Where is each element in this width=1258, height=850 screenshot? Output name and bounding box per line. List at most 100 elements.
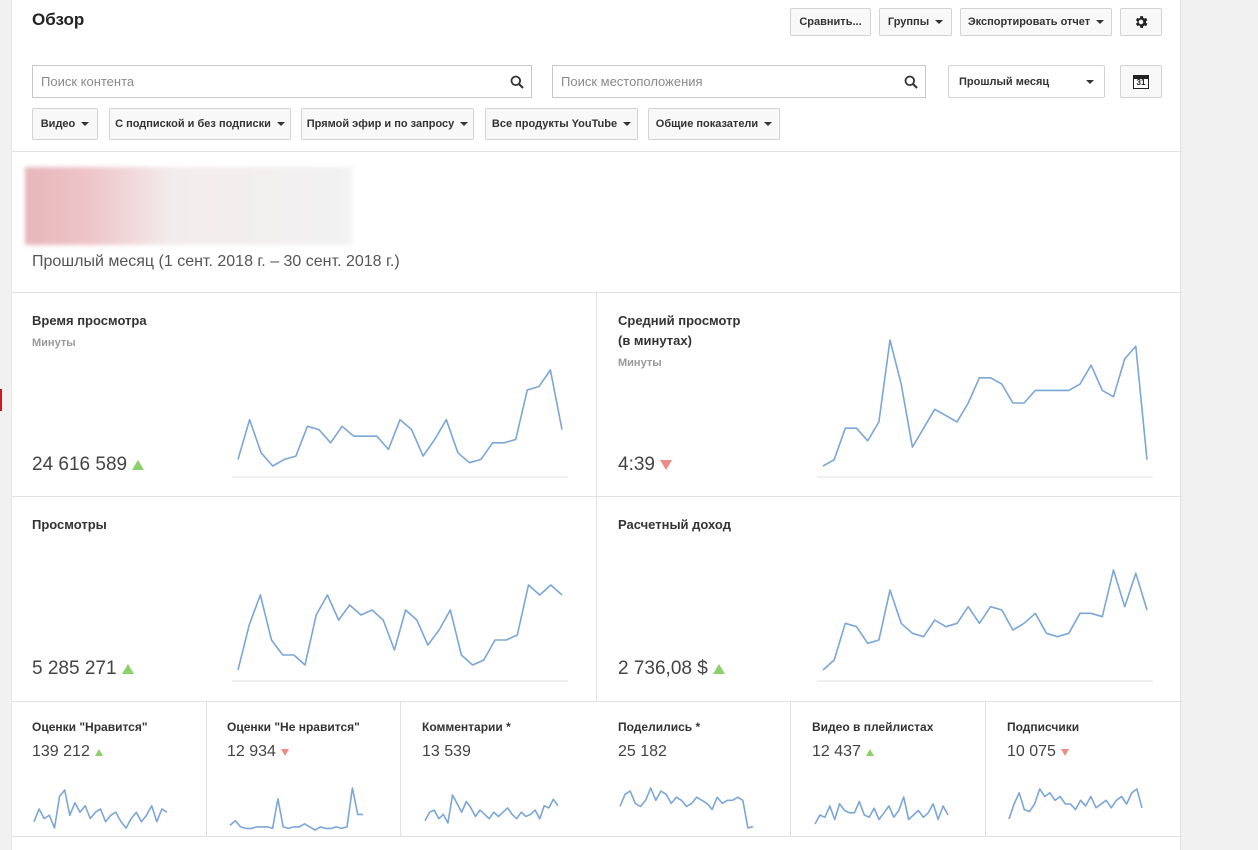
groups-label: Группы xyxy=(887,16,930,28)
chevron-down-icon xyxy=(935,20,944,24)
trend-up-icon xyxy=(712,664,725,674)
chevron-down-icon xyxy=(1096,20,1105,24)
chevron-down-icon xyxy=(1086,79,1094,84)
metric-value-row: 4:39 xyxy=(618,454,672,476)
filter-products[interactable]: Все продукты YouTube xyxy=(485,108,638,140)
calendar-day: 31 xyxy=(1136,77,1146,87)
sparkline-series xyxy=(814,796,949,825)
filter-label: Все продукты YouTube xyxy=(491,118,618,130)
divider xyxy=(790,701,791,836)
divider xyxy=(596,292,597,702)
settings-button[interactable] xyxy=(1120,8,1162,36)
search-icon[interactable] xyxy=(897,75,925,89)
trend-down-icon xyxy=(280,748,289,756)
sparkline-series xyxy=(424,794,559,824)
calendar-icon: 31 xyxy=(1133,74,1149,89)
groups-button[interactable]: Группы xyxy=(879,8,952,36)
period-selected-label: Прошлый месяц xyxy=(959,75,1050,88)
compare-button[interactable]: Сравнить... xyxy=(790,8,871,36)
metric-value-row: 12 437 xyxy=(812,743,874,761)
sparkline-series xyxy=(1008,788,1143,820)
export-label: Экспортировать отчет xyxy=(967,16,1091,28)
metric-value: 10 075 xyxy=(1007,743,1056,760)
sparkline-chart xyxy=(232,584,568,682)
divider xyxy=(12,701,1182,702)
content-search[interactable] xyxy=(32,65,532,98)
metric-value: 13 539 xyxy=(422,743,471,760)
sparkline-series xyxy=(229,787,363,831)
sparkline-series xyxy=(619,787,754,829)
sparkline-chart xyxy=(229,787,363,831)
metric-value-row: 10 075 xyxy=(1007,743,1069,761)
filter-live[interactable]: Прямой эфир и по запросу xyxy=(301,108,474,140)
metric-value-row: 13 539 xyxy=(422,743,471,761)
sparkline-chart xyxy=(1008,788,1143,820)
content-search-input[interactable] xyxy=(41,74,503,89)
filter-metrics[interactable]: Общие показатели xyxy=(648,108,780,140)
divider xyxy=(12,496,1182,497)
page-title: Обзор xyxy=(32,10,85,29)
metric-value-row: 25 182 xyxy=(618,743,667,761)
metric-title: Подписчики xyxy=(1007,720,1080,734)
divider xyxy=(12,151,1182,152)
sparkline-series xyxy=(237,584,563,671)
sparkline-chart xyxy=(817,569,1153,682)
sparkline-chart xyxy=(33,789,168,829)
chevron-down-icon xyxy=(623,122,632,126)
filter-subscription[interactable]: С подпиской и без подписки xyxy=(109,108,291,140)
metric-value-row: 5 285 271 xyxy=(32,658,134,680)
sparkline-series xyxy=(237,369,563,467)
chevron-down-icon xyxy=(460,122,469,126)
sparkline-chart xyxy=(424,794,559,824)
metric-value: 5 285 271 xyxy=(32,658,117,679)
metric-value-row: 139 212 xyxy=(32,743,103,761)
divider xyxy=(206,701,207,836)
left-edge-indicator xyxy=(0,389,2,411)
trend-down-icon xyxy=(1060,748,1069,756)
trend-up-icon xyxy=(865,748,874,756)
sparkline-series xyxy=(822,339,1148,467)
metric-value: 12 934 xyxy=(227,743,276,760)
trend-down-icon xyxy=(659,460,672,470)
calendar-button[interactable]: 31 xyxy=(1120,65,1162,98)
metric-value: 24 616 589 xyxy=(32,454,128,475)
divider xyxy=(400,701,401,836)
metric-title: Расчетный доход xyxy=(618,517,731,532)
sparkline-chart xyxy=(814,796,949,825)
filter-label: Общие показатели xyxy=(655,118,759,130)
filter-label: Прямой эфир и по запросу xyxy=(306,118,455,130)
metric-value-row: 2 736,08 $ xyxy=(618,658,725,680)
metric-title: Поделились * xyxy=(618,720,701,734)
analytics-panel: Обзор Сравнить... Группы Экспортировать … xyxy=(11,0,1182,850)
sparkline-series xyxy=(822,569,1148,671)
trend-up-icon xyxy=(132,460,145,470)
period-select[interactable]: Прошлый месяц xyxy=(948,65,1105,98)
metric-title-line2: (в минутах) xyxy=(618,333,692,348)
export-report-button[interactable]: Экспортировать отчет xyxy=(960,8,1112,36)
sparkline-chart xyxy=(619,787,754,829)
compare-label: Сравнить... xyxy=(799,16,862,28)
divider xyxy=(985,701,986,836)
metric-value: 139 212 xyxy=(32,743,90,760)
filter-video[interactable]: Видео xyxy=(32,108,98,140)
search-icon[interactable] xyxy=(503,75,531,89)
channel-banner-blurred xyxy=(25,167,352,245)
metric-value: 12 437 xyxy=(812,743,861,760)
metric-title: Комментарии * xyxy=(422,720,511,734)
metric-title: Просмотры xyxy=(32,517,107,532)
location-search-input[interactable] xyxy=(561,74,897,89)
metric-value: 4:39 xyxy=(618,454,655,475)
location-search[interactable] xyxy=(552,65,926,98)
divider xyxy=(12,836,1182,837)
sparkline-series xyxy=(33,789,168,829)
metric-value-row: 12 934 xyxy=(227,743,289,761)
trend-up-icon xyxy=(121,664,134,674)
trend-up-icon xyxy=(94,748,103,756)
chevron-down-icon xyxy=(764,122,773,126)
metric-unit: Минуты xyxy=(32,337,76,349)
chevron-down-icon xyxy=(81,122,90,126)
filter-label: Видео xyxy=(40,118,76,130)
metric-value: 2 736,08 $ xyxy=(618,658,708,679)
metric-value-row: 24 616 589 xyxy=(32,454,145,476)
divider xyxy=(12,292,1182,293)
